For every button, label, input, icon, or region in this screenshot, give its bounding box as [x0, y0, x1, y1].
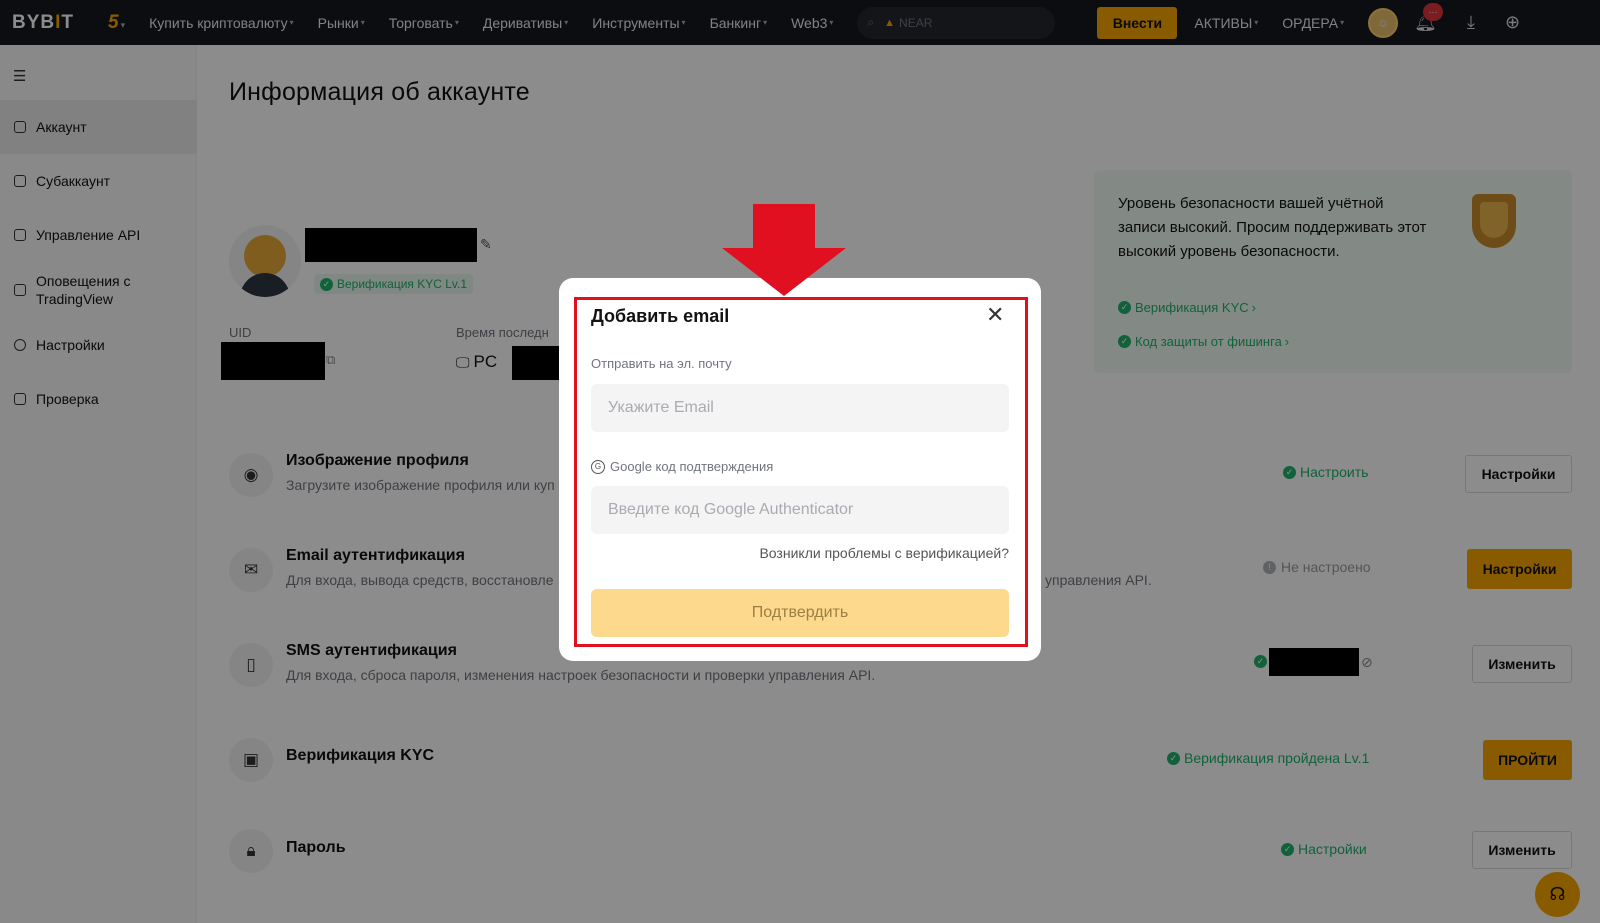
google-code-field[interactable] [591, 486, 1009, 534]
close-icon[interactable]: ✕ [986, 304, 1004, 326]
google-auth-icon: G [591, 459, 605, 474]
confirm-button[interactable]: Подтвердить [591, 589, 1009, 637]
email-field[interactable] [591, 384, 1009, 432]
google-code-label: G Google код подтверждения [591, 459, 773, 474]
verification-trouble-link[interactable]: Возникли проблемы с верификацией? [759, 545, 1009, 561]
modal-title: Добавить email [591, 306, 730, 326]
add-email-modal: Добавить email ✕ Отправить на эл. почту … [559, 278, 1041, 661]
email-field-label: Отправить на эл. почту [591, 356, 732, 371]
annotation-arrow-icon [722, 204, 846, 296]
google-code-label-text: Google код подтверждения [610, 459, 774, 474]
